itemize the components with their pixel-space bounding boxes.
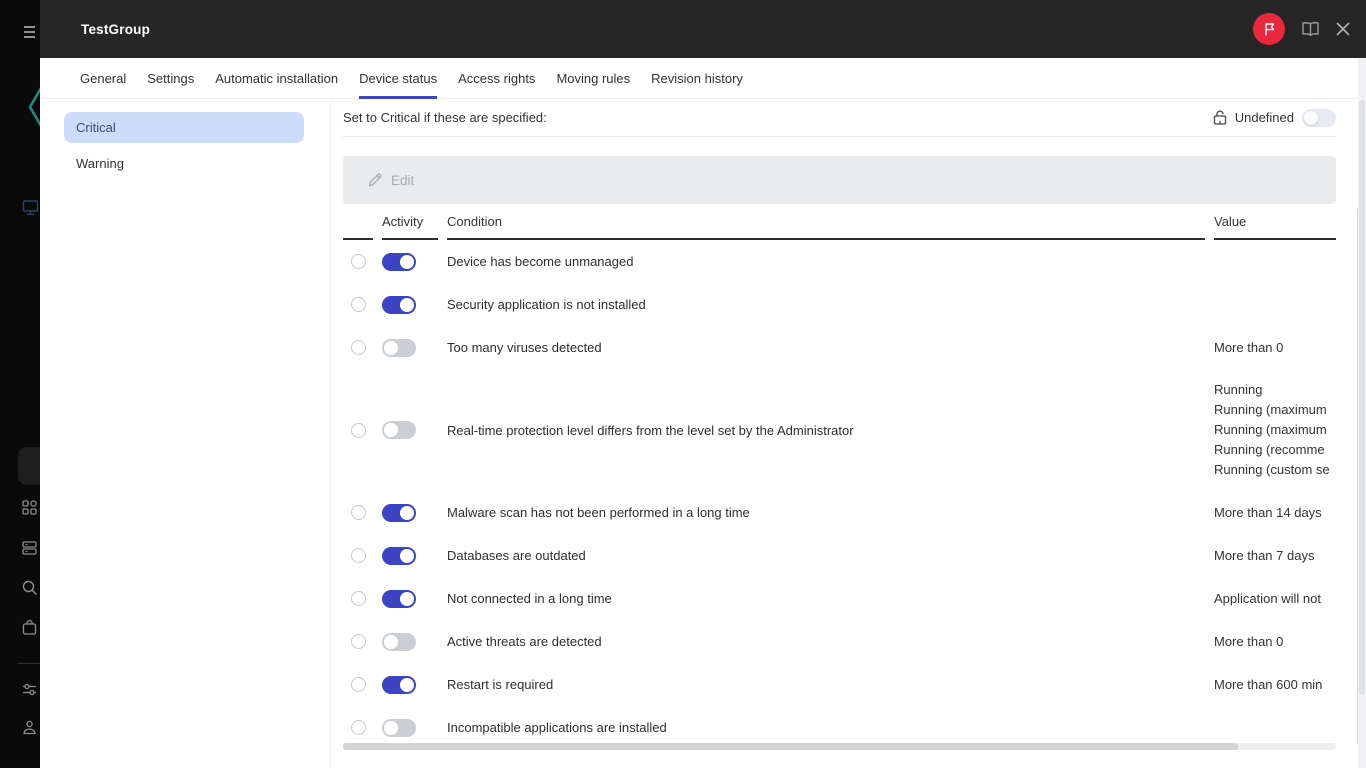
help-book-button[interactable]: [1301, 21, 1320, 37]
tab-access-rights[interactable]: Access rights: [458, 58, 535, 98]
close-window-button[interactable]: [1336, 22, 1350, 36]
status-subnav: Critical Warning: [40, 99, 331, 768]
row-select-radio[interactable]: [351, 297, 366, 312]
tab-automatic-installation[interactable]: Automatic installation: [215, 58, 338, 98]
tab-settings[interactable]: Settings: [147, 58, 194, 98]
row-select-radio[interactable]: [351, 720, 366, 735]
lock-state-label: Undefined: [1235, 110, 1294, 125]
table-row: Device has become unmanaged: [343, 240, 1336, 283]
activity-toggle[interactable]: [382, 547, 416, 565]
row-select-radio[interactable]: [351, 423, 366, 438]
book-icon: [1301, 21, 1320, 37]
row-select-radio[interactable]: [351, 505, 366, 520]
column-header-condition: Condition: [447, 214, 1205, 240]
condition-cell: Restart is required: [447, 677, 1205, 692]
table-horizontal-scrollbar-thumb[interactable]: [343, 743, 1238, 750]
tab-device-status[interactable]: Device status: [359, 58, 437, 98]
condition-cell: Databases are outdated: [447, 548, 1205, 563]
selection-column-header: [343, 229, 373, 240]
activity-toggle[interactable]: [382, 504, 416, 522]
table-row: Security application is not installed: [343, 283, 1336, 326]
table-row: Too many viruses detected More than 0: [343, 326, 1336, 369]
row-select-radio[interactable]: [351, 591, 366, 606]
condition-cell: Malware scan has not been performed in a…: [447, 505, 1205, 520]
tab-moving-rules[interactable]: Moving rules: [556, 58, 630, 98]
condition-cell: Too many viruses detected: [447, 340, 1205, 355]
condition-cell: Active threats are detected: [447, 634, 1205, 649]
table-row: Not connected in a long time Application …: [343, 577, 1336, 620]
value-cell: More than 14 days: [1214, 503, 1336, 523]
condition-cell: Incompatible applications are installed: [447, 720, 1205, 735]
window-titlebar: TestGroup: [40, 0, 1366, 58]
device-status-panel: Set to Critical if these are specified: …: [331, 99, 1366, 768]
condition-cell: Real-time protection level differs from …: [447, 423, 1205, 438]
search-icon[interactable]: [21, 579, 39, 597]
tab-general[interactable]: General: [80, 58, 126, 98]
activity-toggle[interactable]: [382, 421, 416, 439]
tab-bar: General Settings Automatic installation …: [40, 58, 1366, 99]
pencil-icon: [368, 173, 382, 187]
activity-toggle[interactable]: [382, 590, 416, 608]
table-row: Real-time protection level differs from …: [343, 369, 1336, 491]
subnav-item-critical[interactable]: Critical: [64, 112, 304, 143]
table-row: Databases are outdated More than 7 days: [343, 534, 1336, 577]
activity-toggle[interactable]: [382, 253, 416, 271]
column-header-activity: Activity: [382, 214, 438, 240]
value-cell: RunningRunning (maximumRunning (maximumR…: [1214, 380, 1336, 480]
activity-toggle[interactable]: [382, 296, 416, 314]
user-account-icon[interactable]: [21, 719, 39, 737]
table-header: Activity Condition Value: [343, 204, 1336, 240]
table-row: Restart is required More than 600 min: [343, 663, 1336, 706]
undefined-toggle[interactable]: [1302, 109, 1336, 127]
value-cell: More than 0: [1214, 338, 1336, 358]
window-scrollbar[interactable]: [1358, 58, 1366, 768]
condition-cell: Not connected in a long time: [447, 591, 1205, 606]
tab-revision-history[interactable]: Revision history: [651, 58, 743, 98]
edit-button[interactable]: Edit: [343, 156, 1336, 204]
row-select-radio[interactable]: [351, 677, 366, 692]
window-scrollbar-thumb[interactable]: [1359, 100, 1365, 695]
value-cell: More than 7 days: [1214, 546, 1336, 566]
value-cell: More than 0: [1214, 632, 1336, 652]
sidebar-active-item[interactable]: [18, 447, 40, 485]
window-title: TestGroup: [81, 22, 150, 37]
table-row: Malware scan has not been performed in a…: [343, 491, 1336, 534]
activity-toggle[interactable]: [382, 719, 416, 737]
table-horizontal-scrollbar-track[interactable]: [343, 743, 1336, 750]
criteria-caption: Set to Critical if these are specified:: [343, 110, 547, 125]
unlocked-padlock-icon: [1213, 110, 1227, 125]
condition-cell: Security application is not installed: [447, 297, 1205, 312]
settings-sliders-icon[interactable]: [21, 681, 39, 699]
row-select-radio[interactable]: [351, 340, 366, 355]
table-row: Active threats are detected More than 0: [343, 620, 1336, 663]
row-select-radio[interactable]: [351, 254, 366, 269]
app-sidebar: [0, 0, 40, 768]
hamburger-menu-icon[interactable]: [24, 26, 35, 38]
edit-button-label: Edit: [391, 173, 414, 188]
activity-toggle[interactable]: [382, 676, 416, 694]
activity-toggle[interactable]: [382, 633, 416, 651]
subnav-item-warning[interactable]: Warning: [64, 148, 304, 179]
kaspersky-logo-icon[interactable]: [27, 86, 40, 128]
devices-icon[interactable]: [22, 199, 39, 216]
row-select-radio[interactable]: [351, 548, 366, 563]
assets-icon[interactable]: [21, 499, 39, 517]
value-cell: Application will not: [1214, 589, 1336, 609]
reports-icon[interactable]: [21, 539, 39, 557]
marketplace-icon[interactable]: [21, 619, 39, 637]
conditions-table-body: Device has become unmanaged Security appl…: [343, 240, 1336, 749]
column-header-value: Value: [1214, 214, 1336, 240]
content-area: General Settings Automatic installation …: [40, 58, 1366, 768]
flag-icon: [1262, 22, 1277, 37]
condition-cell: Device has become unmanaged: [447, 254, 1205, 269]
close-icon: [1336, 22, 1350, 36]
value-cell: More than 600 min: [1214, 675, 1336, 695]
sidebar-divider: [17, 663, 40, 664]
row-select-radio[interactable]: [351, 634, 366, 649]
activity-toggle[interactable]: [382, 339, 416, 357]
notifications-flag-button[interactable]: [1253, 13, 1285, 45]
